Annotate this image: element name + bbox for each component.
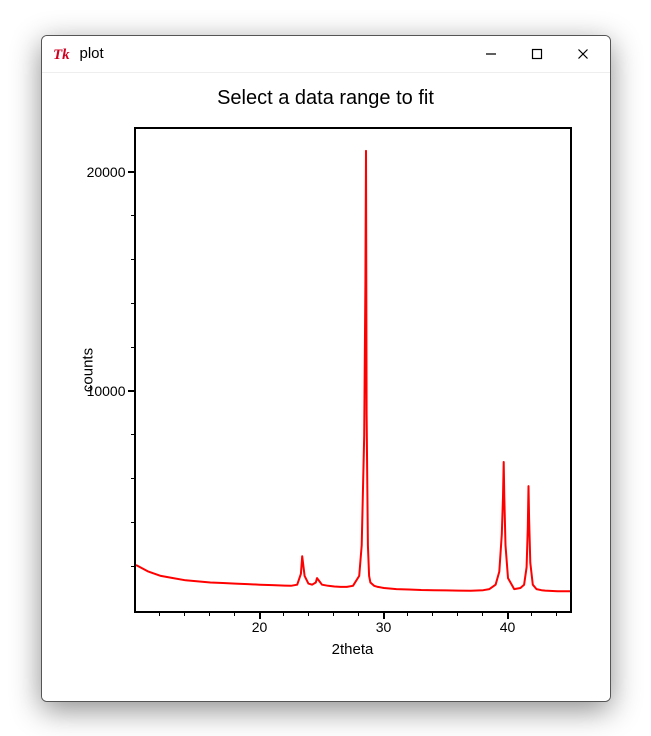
- plot-canvas[interactable]: Select a data range to fit counts 2theta…: [42, 73, 610, 701]
- x-tick-minor: [308, 611, 309, 616]
- x-tick-minor: [556, 611, 557, 616]
- axes[interactable]: counts 2theta 1000020000203040: [134, 127, 572, 613]
- x-tick-minor: [209, 611, 210, 616]
- y-tick-minor: [131, 434, 136, 435]
- y-tick-minor: [131, 566, 136, 567]
- x-tick-minor: [531, 611, 532, 616]
- x-tick-label: 40: [500, 619, 516, 635]
- x-tick-minor: [432, 611, 433, 616]
- close-button[interactable]: [560, 38, 606, 70]
- minimize-button[interactable]: [468, 38, 514, 70]
- y-tick-label: 20000: [87, 164, 126, 180]
- data-line: [136, 129, 570, 611]
- chart-title: Select a data range to fit: [42, 87, 610, 110]
- x-tick-minor: [358, 611, 359, 616]
- x-tick: [383, 611, 385, 619]
- x-tick-minor: [457, 611, 458, 616]
- y-tick: [128, 171, 136, 173]
- x-tick-minor: [283, 611, 284, 616]
- x-axis-label: 2theta: [332, 641, 374, 658]
- y-tick-minor: [131, 303, 136, 304]
- tk-icon: Tk: [52, 43, 74, 65]
- app-window: Tk plot Select a data range to fit count…: [41, 35, 611, 702]
- y-tick: [128, 390, 136, 392]
- y-tick-label: 10000: [87, 383, 126, 399]
- x-tick-minor: [159, 611, 160, 616]
- y-tick-minor: [131, 522, 136, 523]
- x-tick-minor: [482, 611, 483, 616]
- x-tick: [259, 611, 261, 619]
- x-tick-minor: [407, 611, 408, 616]
- window-title: plot: [80, 45, 104, 62]
- x-tick-label: 30: [376, 619, 392, 635]
- titlebar: Tk plot: [42, 36, 610, 73]
- y-tick-minor: [131, 259, 136, 260]
- y-tick-minor: [131, 215, 136, 216]
- maximize-button[interactable]: [514, 38, 560, 70]
- x-tick-minor: [184, 611, 185, 616]
- x-tick-minor: [234, 611, 235, 616]
- y-tick-minor: [131, 347, 136, 348]
- svg-text:Tk: Tk: [53, 47, 70, 63]
- x-tick-label: 20: [252, 619, 268, 635]
- x-tick-minor: [333, 611, 334, 616]
- x-tick: [507, 611, 509, 619]
- y-tick-minor: [131, 478, 136, 479]
